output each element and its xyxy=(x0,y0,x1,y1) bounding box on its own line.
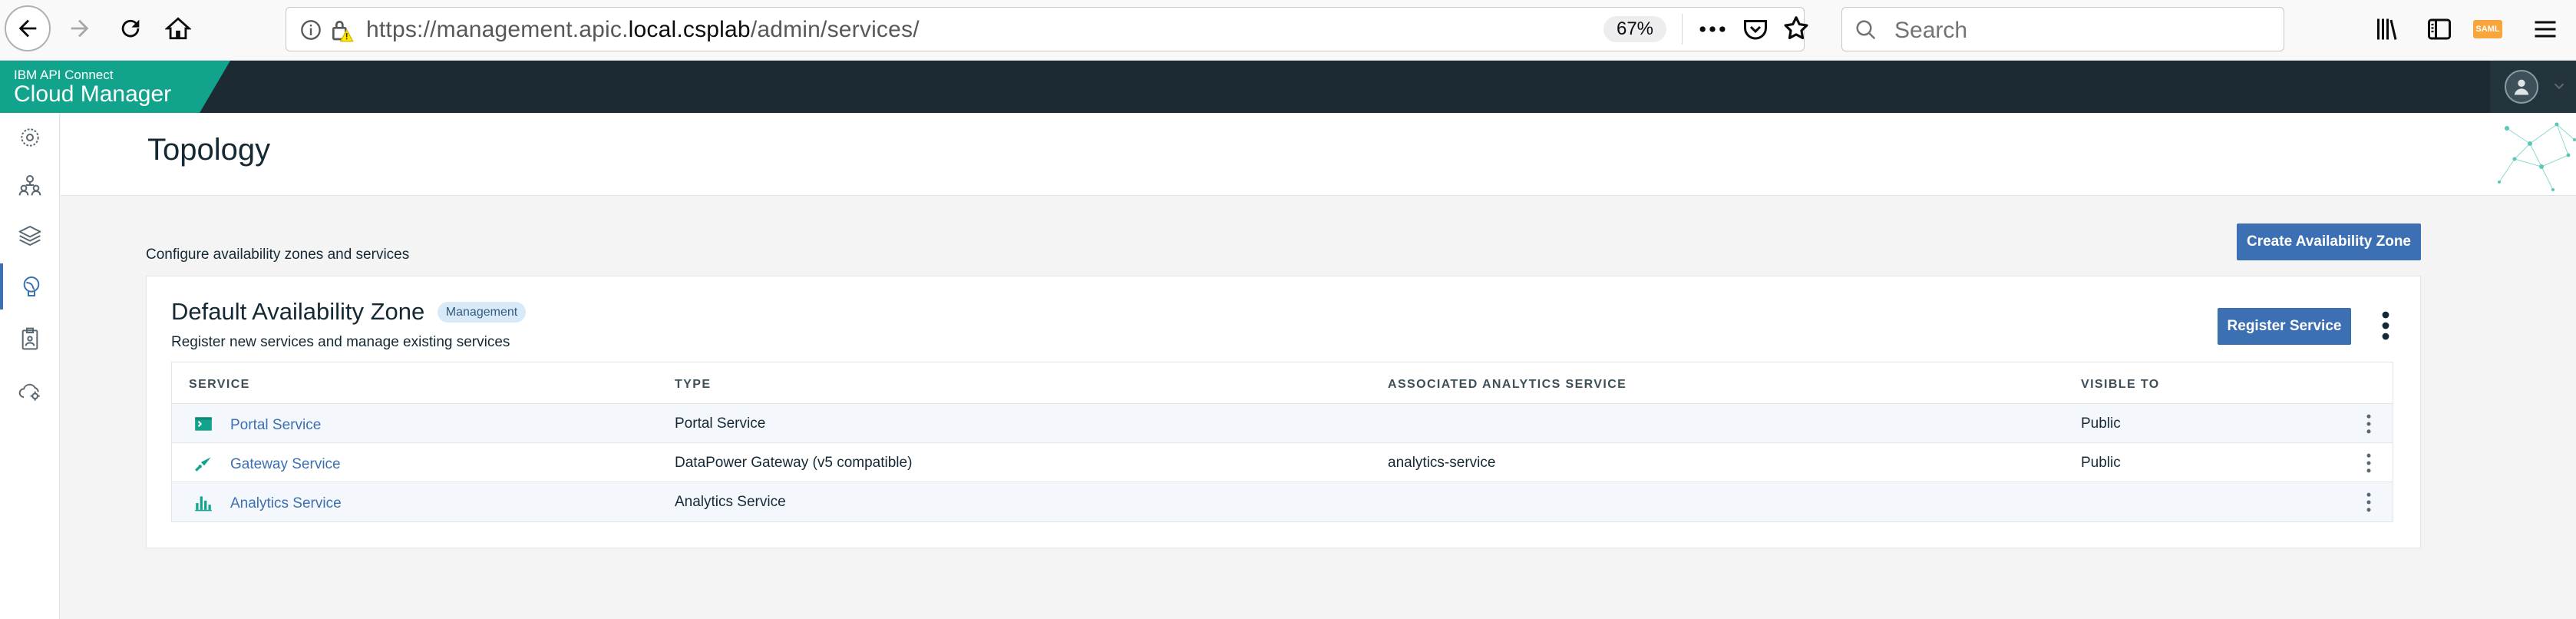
table-row[interactable]: Analytics Service Analytics Service xyxy=(172,482,2393,521)
column-header-analytics[interactable]: ASSOCIATED ANALYTICS SERVICE xyxy=(1388,378,1627,392)
page-header: Topology xyxy=(61,113,2576,196)
column-header-type[interactable]: TYPE xyxy=(675,378,711,392)
nav-item-provider-orgs[interactable] xyxy=(0,316,60,362)
resources-icon xyxy=(18,226,41,246)
left-navigation xyxy=(0,113,60,619)
row-overflow-menu-icon[interactable] xyxy=(2364,452,2373,474)
service-type: Portal Service xyxy=(675,415,766,432)
home-button[interactable] xyxy=(155,5,201,51)
zoom-level-button[interactable]: 67% xyxy=(1603,16,1666,42)
search-placeholder: Search xyxy=(1894,18,1968,43)
table-header-row: SERVICE TYPE ASSOCIATED ANALYTICS SERVIC… xyxy=(172,362,2393,404)
analytics-icon xyxy=(195,496,212,511)
sidebar-toggle-icon[interactable] xyxy=(2426,15,2453,43)
service-type: DataPower Gateway (v5 compatible) xyxy=(675,455,913,471)
zone-title: Default Availability Zone xyxy=(171,298,425,325)
members-icon xyxy=(18,175,41,196)
arrow-left-icon xyxy=(18,19,37,38)
zone-overflow-menu-icon[interactable] xyxy=(2380,310,2391,341)
url-text[interactable]: https://management.apic.local.csplab/adm… xyxy=(366,17,920,43)
bookmark-star-icon[interactable] xyxy=(1782,14,1811,43)
nav-item-topology[interactable] xyxy=(0,263,60,310)
back-button[interactable] xyxy=(5,5,51,51)
home-icon xyxy=(165,17,191,40)
service-name-link[interactable]: Analytics Service xyxy=(230,495,342,512)
url-separator xyxy=(1682,14,1683,45)
column-header-visible-to[interactable]: VISIBLE TO xyxy=(2081,378,2160,392)
gateway-icon xyxy=(195,457,211,472)
portal-icon xyxy=(195,417,212,431)
library-icon[interactable] xyxy=(2375,15,2403,43)
user-menu-button[interactable] xyxy=(2490,61,2576,113)
brand-logo[interactable]: IBM API Connect Cloud Manager xyxy=(0,61,230,113)
forward-button[interactable] xyxy=(57,5,103,51)
zone-description: Register new services and manage existin… xyxy=(171,334,510,350)
url-prefix: https://management.apic. xyxy=(366,17,629,42)
associated-analytics: analytics-service xyxy=(1388,455,1496,471)
visible-to: Public xyxy=(2081,415,2121,432)
column-header-service[interactable]: SERVICE xyxy=(189,378,250,392)
topology-icon xyxy=(23,276,40,296)
service-type: Analytics Service xyxy=(675,494,786,510)
browser-toolbar: https://management.apic.local.csplab/adm… xyxy=(0,0,2576,61)
chevron-down-icon xyxy=(2554,83,2564,90)
zone-badge: Management xyxy=(438,302,526,323)
avatar xyxy=(2505,70,2538,104)
brand-app-name: Cloud Manager xyxy=(14,81,172,107)
page-actions-icon[interactable] xyxy=(1696,12,1729,46)
saml-extension-icon[interactable]: SAML xyxy=(2473,20,2502,38)
info-icon[interactable] xyxy=(300,19,322,41)
nav-item-dashboard[interactable] xyxy=(0,114,60,161)
pocket-icon[interactable] xyxy=(1742,15,1769,43)
nav-item-resources[interactable] xyxy=(0,213,60,259)
search-icon xyxy=(1856,20,1876,40)
hamburger-menu-icon[interactable] xyxy=(2531,15,2559,43)
url-path: /admin/services/ xyxy=(750,17,920,42)
cloud-settings-icon xyxy=(18,383,40,401)
nav-item-members[interactable] xyxy=(0,162,60,208)
table-row[interactable]: Portal Service Portal Service Public xyxy=(172,404,2393,443)
row-overflow-menu-icon[interactable] xyxy=(2364,492,2373,513)
address-bar[interactable]: https://management.apic.local.csplab/adm… xyxy=(286,7,1808,51)
nav-item-cloud-settings[interactable] xyxy=(0,368,60,414)
register-service-button[interactable]: Register Service xyxy=(2218,308,2351,345)
table-row[interactable]: Gateway Service DataPower Gateway (v5 co… xyxy=(172,443,2393,482)
page-description: Configure availability zones and service… xyxy=(146,247,410,263)
reload-icon xyxy=(121,19,140,38)
page-title: Topology xyxy=(147,133,271,167)
browser-search-input[interactable]: Search xyxy=(1841,7,2284,51)
brand-product: IBM API Connect xyxy=(14,68,114,82)
app-header: IBM API Connect Cloud Manager xyxy=(0,61,2576,113)
arrow-right-icon xyxy=(71,19,89,38)
network-decoration-icon xyxy=(2498,122,2576,191)
insecure-lock-icon[interactable] xyxy=(329,18,354,42)
row-overflow-menu-icon[interactable] xyxy=(2364,413,2373,435)
provider-orgs-icon xyxy=(21,327,38,350)
service-name-link[interactable]: Portal Service xyxy=(230,417,321,434)
create-availability-zone-button[interactable]: Create Availability Zone xyxy=(2237,223,2421,260)
service-name-link[interactable]: Gateway Service xyxy=(230,456,341,473)
services-table: SERVICE TYPE ASSOCIATED ANALYTICS SERVIC… xyxy=(171,362,2393,522)
user-icon xyxy=(2514,79,2529,95)
url-domain: local.csplab xyxy=(628,17,751,42)
availability-zone-card: Default Availability Zone Management Reg… xyxy=(146,276,2421,548)
reload-button[interactable] xyxy=(107,5,154,51)
dashboard-icon xyxy=(21,128,39,147)
visible-to: Public xyxy=(2081,455,2121,471)
